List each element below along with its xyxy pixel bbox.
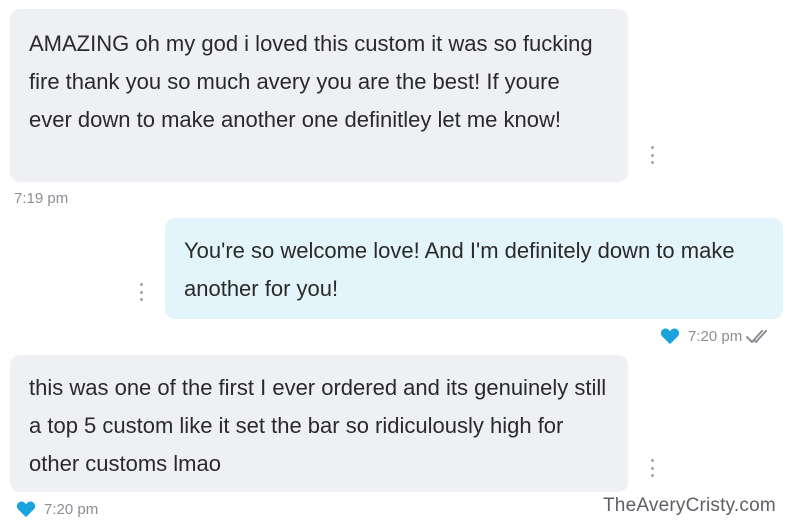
heart-icon[interactable] (660, 327, 680, 345)
double-check-icon (746, 330, 768, 343)
message-meta: 7:19 pm (14, 190, 68, 207)
message-bubble-outgoing[interactable]: You're so welcome love! And I'm definite… (165, 218, 783, 319)
message-bubble-incoming[interactable]: this was one of the first I ever ordered… (10, 355, 654, 492)
message-text: AMAZING oh my god i loved this custom it… (29, 31, 593, 132)
vertical-dots-icon[interactable] (649, 146, 655, 164)
watermark: TheAveryCristy.com (603, 495, 776, 516)
message-bubble-incoming[interactable]: AMAZING oh my god i loved this custom it… (10, 9, 654, 182)
message-text: this was one of the first I ever ordered… (29, 375, 607, 476)
vertical-dots-icon[interactable] (138, 283, 144, 301)
heart-icon[interactable] (16, 500, 36, 518)
message-text: You're so welcome love! And I'm definite… (184, 238, 735, 301)
message-meta: 7:20 pm (660, 327, 774, 345)
timestamp: 7:20 pm (688, 327, 743, 345)
message-meta: 7:20 pm (16, 500, 98, 518)
vertical-dots-icon[interactable] (649, 459, 655, 477)
timestamp: 7:20 pm (44, 500, 99, 518)
timestamp: 7:19 pm (14, 190, 69, 207)
